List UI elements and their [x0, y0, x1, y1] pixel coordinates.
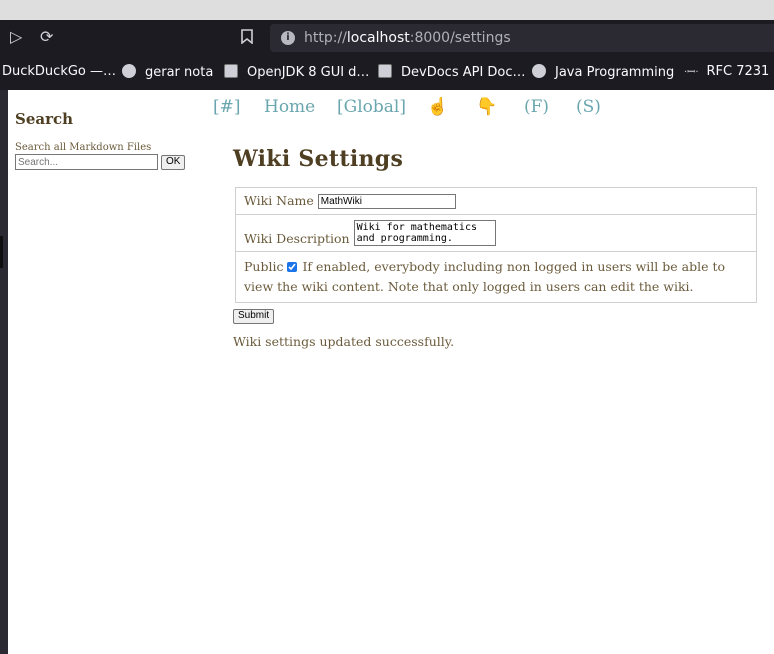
bookmarks-bar: DuckDuckGo —… gerar nota OpenJDK 8 GUI d… — [0, 54, 774, 90]
sidebar: Search Search all Markdown Files OK — [15, 110, 205, 170]
pointing-up-icon[interactable]: ☝ — [427, 97, 448, 117]
public-label: Public — [244, 259, 284, 274]
public-help-text: If enabled, everybody including non logg… — [244, 259, 725, 294]
wiki-name-row: Wiki Name — [235, 187, 757, 215]
public-row: Public If enabled, everybody including no… — [235, 251, 757, 303]
nav-hash-link[interactable]: [#] — [213, 97, 241, 117]
search-form: OK — [15, 154, 205, 170]
main-content: Wiki Settings Wiki Name Wiki Description… — [233, 146, 763, 349]
nav-global-link[interactable]: [Global] — [337, 97, 406, 117]
wiki-name-label: Wiki Name — [244, 193, 314, 208]
info-icon[interactable]: i — [281, 31, 295, 45]
settings-form-table: Wiki Name Wiki Description Wiki for math… — [235, 187, 757, 303]
ok-button[interactable]: OK — [161, 154, 186, 170]
wiki-description-label: Wiki Description — [244, 231, 350, 246]
sidebar-title: Search — [15, 110, 74, 128]
page-title: Wiki Settings — [233, 146, 404, 172]
window-top-strip — [0, 0, 774, 20]
edge-marker — [0, 236, 3, 268]
bookmark-gerar-nota[interactable]: gerar nota — [122, 64, 213, 80]
search-icon — [378, 64, 392, 78]
sidebar-subtitle: Search all Markdown Files — [15, 142, 152, 153]
status-message: Wiki settings updated successfully. — [233, 333, 455, 349]
wiki-description-textarea[interactable]: Wiki for mathematics and programming. — [353, 220, 496, 246]
nav-s-link[interactable]: (S) — [576, 97, 601, 117]
bookmark-java-programming[interactable]: Java Programming — [532, 64, 674, 80]
nav-home-link[interactable]: Home — [264, 97, 315, 117]
submit-button[interactable]: Submit — [233, 308, 275, 324]
play-icon[interactable]: ▷ — [10, 29, 22, 45]
bookmark-icon[interactable] — [241, 29, 253, 47]
search-input[interactable] — [15, 154, 158, 170]
window-left-edge — [0, 90, 8, 654]
globe-icon — [532, 64, 546, 78]
wiki-name-input[interactable] — [317, 194, 456, 209]
wiki-description-row: Wiki Description Wiki for mathematics an… — [235, 214, 757, 252]
url-text[interactable]: http://localhost:8000/settings — [304, 30, 511, 46]
bookmark-duckduckgo[interactable]: DuckDuckGo —… — [2, 64, 116, 80]
bookmark-rfc[interactable]: ·ꟷ·RFC 7231 - H — [684, 64, 774, 80]
bookmark-devdocs[interactable]: DevDocs API Doc… — [378, 64, 526, 80]
rfc-icon: ·ꟷ· — [684, 67, 699, 78]
globe-icon — [122, 64, 136, 78]
search-icon — [224, 64, 238, 78]
url-bar[interactable]: i http://localhost:8000/settings — [270, 24, 774, 52]
public-checkbox[interactable] — [287, 262, 298, 272]
bookmark-openjdk[interactable]: OpenJDK 8 GUI d… — [224, 64, 369, 80]
pointing-down-icon[interactable]: 👇 — [476, 97, 497, 117]
reload-icon[interactable]: ⟳ — [40, 29, 53, 45]
page-viewport: Search Search all Markdown Files OK [#] … — [8, 90, 774, 654]
nav-f-link[interactable]: (F) — [524, 97, 549, 117]
